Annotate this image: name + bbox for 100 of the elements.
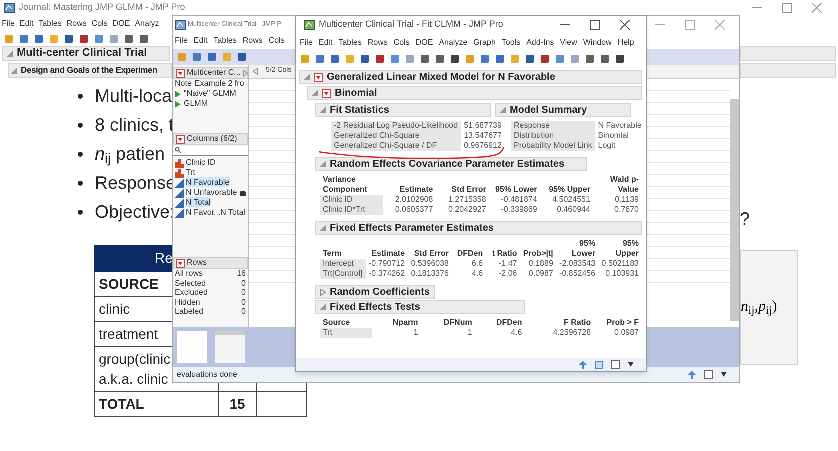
menu-item[interactable]: Cols — [394, 37, 410, 49]
panel-header[interactable]: Rows — [173, 257, 248, 269]
collapse-triangle-icon[interactable] — [320, 107, 326, 113]
outline-header[interactable]: Model Summary — [495, 103, 631, 117]
checkbox-icon[interactable] — [704, 370, 713, 379]
collapse-triangle-icon[interactable] — [312, 90, 318, 96]
menu-item[interactable]: Edit — [20, 18, 34, 30]
maximize-icon[interactable] — [590, 20, 600, 30]
outline-title: Random Effects Covariance Parameter Estimates — [330, 158, 565, 172]
menu-item[interactable]: Tables — [214, 35, 237, 47]
panel-header[interactable]: Columns (6/2) — [173, 133, 248, 145]
scrollbar[interactable] — [730, 99, 739, 321]
outline-header[interactable]: Multi-center Clinical Trial — [2, 46, 170, 61]
menu-item[interactable]: Cols — [92, 18, 108, 30]
table-cell-text: 1 — [466, 328, 474, 338]
menu-item[interactable]: Tables — [338, 37, 362, 49]
menu-item[interactable]: Rows — [242, 35, 263, 47]
outline-header[interactable]: Fixed Effects Parameter Estimates — [315, 221, 642, 235]
column-header: Std Error — [413, 248, 450, 259]
outline-header[interactable]: Binomial — [307, 86, 642, 100]
menu-triangle-icon[interactable] — [314, 72, 323, 82]
panel-title: Columns (6/2) — [187, 133, 238, 145]
column-header: Nparm — [372, 318, 422, 328]
collapse-triangle-icon[interactable] — [11, 68, 17, 74]
menu-item[interactable]: Tools — [502, 37, 521, 49]
script-item[interactable]: "Naive" GLMM — [173, 89, 248, 99]
table-cell: -0.790712 — [366, 259, 408, 269]
bullet-icon — [78, 210, 83, 214]
menu-item[interactable]: File — [175, 35, 188, 47]
menu-item[interactable]: Window — [583, 37, 612, 49]
outline-header[interactable]: Fixed Effects Tests — [315, 300, 525, 314]
table-cell-text: 0.1889 — [528, 259, 554, 269]
collapse-triangle-icon[interactable] — [304, 74, 310, 80]
column-header: Std Error — [450, 184, 488, 195]
window-icon[interactable] — [595, 360, 603, 368]
column-header: Source — [320, 318, 372, 328]
close-icon[interactable] — [620, 20, 630, 30]
menu-triangle-icon[interactable] — [176, 68, 185, 78]
thumbnail[interactable] — [177, 331, 207, 363]
table-cell-text: 4.2596728 — [552, 328, 592, 338]
collapse-triangle-icon[interactable] — [500, 107, 506, 113]
expand-triangle-icon[interactable] — [242, 70, 248, 76]
panel-title: Multicenter C... — [187, 67, 241, 79]
outline-header[interactable]: Random Effects Covariance Parameter Estimates — [315, 157, 587, 171]
column-header: DFDen — [456, 248, 484, 259]
menu-item[interactable]: Tables — [38, 18, 62, 30]
menu-item[interactable]: Analyze — [439, 37, 468, 49]
menu-item[interactable]: File — [2, 18, 15, 30]
note-text: Example 2 fro — [194, 79, 244, 89]
menu-item[interactable]: File — [300, 37, 313, 49]
table-cell-text: 6.6 — [471, 259, 484, 269]
script-item[interactable]: GLMM — [173, 99, 248, 109]
search-field[interactable] — [173, 145, 248, 156]
table-cell: 0.9676912 — [461, 141, 505, 151]
menu-triangle-icon[interactable] — [322, 88, 331, 98]
outline-header[interactable]: Generalized Linear Mixed Model for N Favorable — [299, 70, 642, 84]
back-arrow-icon[interactable] — [253, 68, 258, 75]
column-header: 95% Upper — [548, 184, 592, 195]
menu-triangle-icon[interactable] — [176, 258, 185, 268]
menu-item[interactable]: Help — [618, 37, 634, 49]
menu-item[interactable]: Edit — [318, 37, 333, 49]
menu-item[interactable]: DOE — [112, 18, 130, 30]
outline-title: Generalized Linear Mixed Model for N Favorable — [327, 70, 556, 84]
thumbnail[interactable] — [215, 331, 245, 363]
table-cell: 13.547677 — [461, 131, 505, 141]
menu-item[interactable]: Analyz — [135, 18, 160, 30]
menu-item[interactable]: Rows — [66, 18, 87, 30]
collapse-triangle-icon[interactable] — [7, 50, 13, 56]
menu-item[interactable]: Graph — [474, 37, 496, 49]
collapse-triangle-icon[interactable] — [320, 304, 326, 310]
collapse-triangle-icon[interactable] — [320, 161, 326, 167]
outline-header[interactable]: Random Coefficients — [315, 285, 436, 299]
outline-title: Random Coefficients — [330, 286, 430, 300]
table-cell: 2.0102908 — [383, 195, 436, 205]
menu-triangle-icon[interactable] — [176, 134, 185, 144]
table-cell-text: Binomial — [597, 131, 630, 141]
column-header: F Ratio — [562, 318, 592, 328]
expand-triangle-icon[interactable] — [320, 288, 326, 296]
menu-item[interactable]: Edit — [194, 35, 208, 47]
checkbox-icon[interactable] — [611, 360, 620, 369]
menu-item[interactable]: Rows — [368, 37, 388, 49]
outline-title: Fit Statistics — [330, 104, 390, 118]
table-cell-text: N Favorable — [597, 121, 643, 131]
panel-header[interactable]: Multicenter C... — [173, 67, 248, 79]
menu-item[interactable]: DOE — [416, 37, 434, 49]
table-cell: 51.687739 — [461, 121, 505, 131]
row-count-value: 16 — [237, 269, 246, 278]
collapse-triangle-icon[interactable] — [320, 225, 326, 231]
menu-item[interactable]: Add-Ins — [526, 37, 554, 49]
up-arrow-icon[interactable] — [579, 360, 587, 368]
table-cell-text: 0.2042927 — [448, 205, 488, 215]
up-arrow-icon[interactable] — [688, 370, 696, 378]
menu-item[interactable]: Cols — [268, 35, 285, 47]
outline-header[interactable]: Design and Goals of the Experimen — [8, 63, 172, 78]
outline-header[interactable]: Fit Statistics — [315, 103, 491, 117]
column-header: Wald p- Value — [609, 175, 640, 195]
caret-icon[interactable] — [721, 372, 727, 377]
row-count-label: Excluded — [175, 288, 208, 298]
menu-item[interactable]: View — [560, 37, 578, 49]
table-cell: Intercept — [320, 259, 366, 269]
